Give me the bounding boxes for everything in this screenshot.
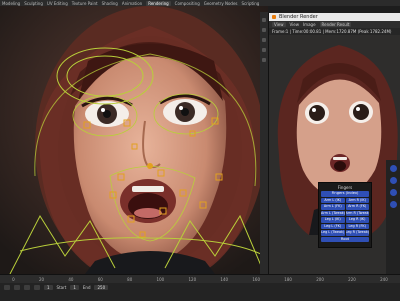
workspace-tab[interactable]: Geometry Nodes <box>204 1 238 6</box>
rig-layer-button[interactable]: Leg R (FK) <box>345 223 369 229</box>
ruler-tick-label: 200 <box>316 276 324 282</box>
rig-layer-button[interactable]: Fingers (Index) <box>321 191 369 197</box>
sidebar-tab-icon[interactable] <box>389 201 397 208</box>
start-label: Start <box>56 285 67 290</box>
workspace-tab[interactable]: Shading <box>102 1 118 6</box>
viewport-scene[interactable] <box>0 6 268 274</box>
timeline-ruler[interactable]: 0 20 40 60 80 100 120 140 160 180 200 220 240 <box>0 275 400 283</box>
render-result-dropdown[interactable]: Render Result <box>319 22 352 27</box>
rig-layer-button[interactable]: Arm R (IK) <box>345 197 369 203</box>
ruler-tick-label: 40 <box>68 276 74 282</box>
timeline[interactable]: 0 20 40 60 80 100 120 140 160 180 200 220 240 1 Star… <box>0 274 400 301</box>
viewport-toolbar[interactable] <box>260 12 268 274</box>
workspace-tab[interactable]: Compositing <box>175 1 200 6</box>
rig-layer-button[interactable]: Leg L (IK) <box>321 217 345 223</box>
start-frame-field[interactable]: 1 <box>70 285 79 290</box>
workspace-tab[interactable]: Scripting <box>242 1 260 6</box>
ruler-tick-label: 240 <box>380 276 388 282</box>
ruler-tick-label: 140 <box>220 276 229 282</box>
ruler-tick-label: 20 <box>38 276 45 282</box>
rig-layer-button[interactable]: Leg R (Tweak) <box>345 230 369 236</box>
tool-icon[interactable] <box>262 48 266 52</box>
ruler-tick-label: 180 <box>284 276 292 282</box>
ruler-tick-label: 100 <box>156 276 165 282</box>
3d-viewport[interactable] <box>0 6 268 274</box>
tool-icon[interactable] <box>262 18 266 22</box>
jump-end-icon[interactable] <box>34 285 40 290</box>
tool-icon[interactable] <box>262 58 266 62</box>
ruler-tick-label: 80 <box>127 276 133 282</box>
rig-root-button[interactable]: Root <box>321 236 369 242</box>
editor-type-dropdown[interactable]: View <box>272 22 286 27</box>
tool-icon[interactable] <box>262 38 266 42</box>
rig-layer-button[interactable]: Arm R (FK) <box>345 204 369 210</box>
sidebar-tab-icon[interactable] <box>389 165 397 172</box>
ruler-tick-label: 160 <box>252 276 260 282</box>
workspace-tab[interactable]: Sculpting <box>24 1 43 6</box>
sidebar-tab-icon[interactable] <box>389 177 397 184</box>
jump-start-icon[interactable] <box>4 285 10 290</box>
rig-layer-button[interactable]: Leg L (Tweak) <box>321 230 345 236</box>
rig-layer-button[interactable]: Arm R (Tweak) <box>345 210 369 216</box>
workspace-tab[interactable]: Animation <box>122 1 142 6</box>
render-window-menu: View View Image Render Result <box>269 21 400 28</box>
timeline-controls: 1 Start 1 End 250 <box>0 284 400 291</box>
menu-view[interactable]: View <box>290 22 300 27</box>
current-frame-field[interactable]: 1 <box>44 285 53 290</box>
tool-icon[interactable] <box>262 28 266 32</box>
rig-layer-button[interactable]: Leg L (FK) <box>321 223 345 229</box>
play-reverse-icon[interactable] <box>14 285 20 290</box>
rig-panel-title: Fingers <box>337 185 353 190</box>
render-window-title[interactable]: Blender Render <box>269 13 400 21</box>
workspace-tab[interactable]: Texture Paint <box>72 1 98 6</box>
sidebar-tabs <box>386 160 400 274</box>
ruler-tick-label: 0 <box>12 276 15 282</box>
rig-layer-button[interactable]: Arm L (IK) <box>321 197 345 203</box>
ruler-tick-label: 60 <box>97 276 103 282</box>
play-icon[interactable] <box>24 285 30 290</box>
workspace-tab[interactable]: Modeling <box>2 1 20 6</box>
workspace-tab[interactable]: Rendering <box>146 0 171 6</box>
ruler-tick-label: 120 <box>188 276 197 282</box>
render-stats: Frame:1 | Time:00:00.81 | Mem:1720.87M (… <box>269 28 400 35</box>
end-label: End <box>82 285 91 290</box>
end-frame-field[interactable]: 250 <box>94 285 109 290</box>
sidebar-tab-icon[interactable] <box>389 189 397 196</box>
menu-image[interactable]: Image <box>303 22 316 27</box>
rig-layer-button[interactable]: Arm L (Tweak) <box>321 210 345 216</box>
workspace-tab[interactable]: UV Editing <box>47 1 68 6</box>
rig-layer-button[interactable]: Leg R (IK) <box>345 217 369 223</box>
ruler-tick-label: 220 <box>348 276 356 282</box>
rig-layers-panel: Fingers Fingers (Index) Arm L (IK) Arm R… <box>318 182 372 248</box>
rig-layer-button[interactable]: Arm L (FK) <box>321 204 345 210</box>
